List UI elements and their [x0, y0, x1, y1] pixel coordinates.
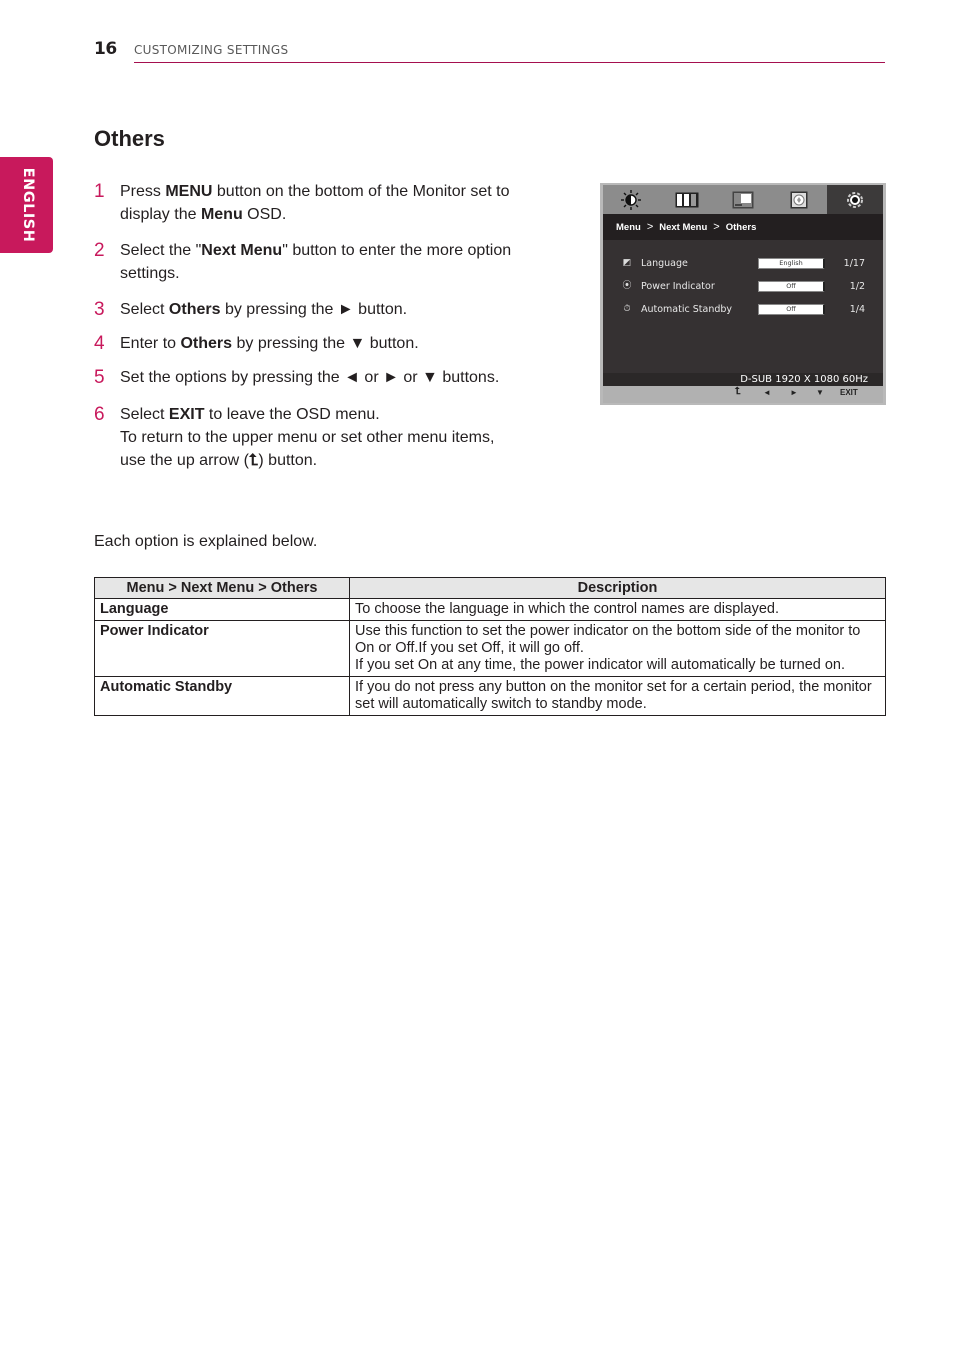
step-number: 5: [94, 367, 105, 388]
osd-row-count: 1/4: [849, 304, 865, 315]
step-text: Set the options by pressing the ◄ or ► o…: [120, 369, 500, 386]
up-arrow-icon: ⮤: [735, 386, 741, 397]
exit-label: EXIT: [840, 388, 858, 397]
osd-breadcrumb-others: Others: [725, 221, 757, 233]
osd-resolution: D-SUB 1920 X 1080 60Hz: [603, 373, 883, 386]
language-icon: ◩: [622, 258, 632, 268]
step-number: 4: [94, 333, 105, 354]
option-description: To choose the language in which the cont…: [349, 598, 886, 621]
page-number: 16: [94, 39, 117, 59]
intro-text: Each option is explained below.: [94, 533, 318, 550]
option-name: Power Indicator: [94, 620, 350, 677]
step-text: Enter to Others by pressing the ▼ button…: [120, 335, 419, 352]
osd-row-label: Language: [641, 258, 688, 269]
osd-row-count: 1/17: [843, 258, 865, 269]
header-rule: [134, 62, 885, 63]
screen-icon: [732, 191, 754, 208]
left-arrow-icon: ◄: [763, 388, 771, 397]
osd-row-label: Automatic Standby: [641, 304, 733, 315]
option-name: Language: [94, 598, 350, 621]
page-heading: Others: [94, 126, 165, 151]
osd-tab-brightness: [603, 185, 659, 214]
step-text: Select EXIT to leave the OSD menu.: [120, 406, 380, 423]
osd-button-bar: ⮤ ◄ ► ▼ EXIT: [603, 386, 883, 403]
osd-breadcrumb-menu: Menu: [616, 221, 641, 233]
section-title: CUSTOMIZING SETTINGS: [134, 43, 289, 57]
step-item: 1 Press MENU button on the bottom of the …: [94, 180, 524, 226]
osd-options-panel: ◩ Language English 1/17 ⦿ Power Indicato…: [603, 240, 883, 373]
osd-breadcrumb-next-menu: Next Menu: [659, 221, 708, 233]
osd-row-label: Power Indicator: [641, 281, 715, 292]
table-row: Automatic Standby If you do not press any…: [94, 676, 886, 716]
osd-row-value: Off: [758, 281, 825, 292]
step-number: 1: [94, 181, 105, 202]
step-text: Select the "Next Menu" button to enter t…: [120, 242, 512, 282]
step-item: 3 Select Others by pressing the ► button.: [94, 298, 524, 321]
step-text: Press MENU button on the bottom of the M…: [120, 183, 510, 223]
table-row: Power Indicator Use this function to set …: [94, 620, 886, 677]
up-arrow-icon: ⮤: [248, 452, 259, 469]
step-item: 6 Select EXIT to leave the OSD menu. To re…: [94, 403, 524, 472]
standby-timer-icon: ⏱: [623, 304, 631, 314]
option-description: If you do not press any button on the mo…: [349, 676, 886, 716]
osd-breadcrumb: Menu > Next Menu > Others: [603, 214, 883, 240]
osd-tab-picture: [659, 185, 715, 214]
osd-row-power-indicator: ⦿ Power Indicator Off 1/2: [603, 279, 883, 295]
osd-row-automatic-standby: ⏱ Automatic Standby Off 1/4: [603, 302, 883, 318]
language-side-tab: ENGLISH: [0, 157, 53, 253]
brightness-icon: [621, 189, 641, 210]
step-number: 6: [94, 404, 105, 425]
column-header-description: Description: [349, 577, 886, 599]
power-indicator-icon: ⦿: [622, 281, 632, 291]
osd-tab-bar: [603, 185, 883, 214]
option-name: Automatic Standby: [94, 676, 350, 716]
osd-row-value: English: [758, 258, 825, 269]
osd-tab-color: [771, 185, 827, 214]
step-item: 5 Set the options by pressing the ◄ or ► …: [94, 366, 524, 389]
step-item: 4 Enter to Others by pressing the ▼ butto…: [94, 332, 524, 355]
step-item: 2 Select the "Next Menu" button to enter …: [94, 239, 524, 285]
table-header-row: Menu > Next Menu > Others Description: [94, 577, 886, 599]
step-number: 3: [94, 299, 105, 320]
options-table: Menu > Next Menu > Others Description La…: [94, 577, 886, 716]
step-note: To return to the upper menu or set other…: [120, 426, 524, 472]
down-arrow-icon: ▼: [816, 388, 824, 397]
steps-list: 1 Press MENU button on the bottom of the …: [94, 180, 524, 472]
osd-row-value: Off: [758, 304, 825, 315]
osd-tab-screen: [715, 185, 771, 214]
step-text: Select Others by pressing the ► button.: [120, 301, 408, 318]
step-number: 2: [94, 240, 105, 261]
osd-screenshot: Menu > Next Menu > Others ◩ Language Eng…: [600, 183, 886, 405]
color-icon: [790, 191, 808, 208]
osd-tab-others: [827, 185, 883, 214]
right-arrow-icon: ►: [790, 388, 798, 397]
language-side-tab-label: ENGLISH: [20, 167, 36, 243]
others-gear-icon: [847, 191, 863, 208]
osd-breadcrumb-separator: >: [713, 221, 720, 233]
column-header-menu: Menu > Next Menu > Others: [94, 577, 350, 599]
osd-row-language: ◩ Language English 1/17: [603, 256, 883, 272]
osd-breadcrumb-separator: >: [646, 221, 654, 233]
osd-row-count: 1/2: [849, 281, 865, 292]
option-description: Use this function to set the power indic…: [349, 620, 886, 677]
picture-icon: [675, 192, 699, 207]
table-row: Language To choose the language in which …: [94, 598, 886, 621]
